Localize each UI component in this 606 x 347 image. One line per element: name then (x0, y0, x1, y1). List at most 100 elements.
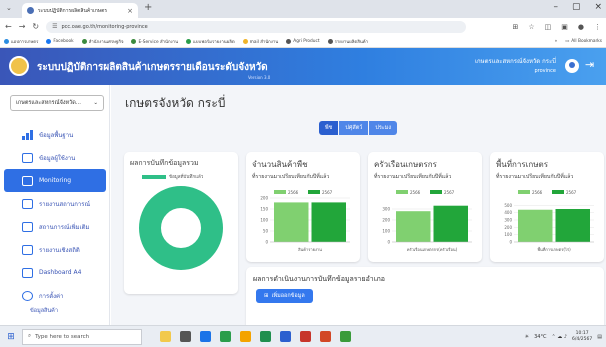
folder-icon (242, 38, 248, 44)
bookmark-item[interactable]: Agri Product (286, 38, 320, 44)
x-axis-label: ครัวเรือนเกษตรกร(ครัวเรือน) (407, 247, 458, 252)
y-tick-label: 300 (504, 218, 512, 223)
gear-icon (22, 290, 33, 301)
all-bookmarks[interactable]: ▭ All Bookmarks (565, 39, 602, 44)
back-icon[interactable]: ← (5, 22, 12, 31)
sidebar-item-additional[interactable]: สถานการณ์เพิ่มเติม (4, 215, 106, 238)
bookmark-item[interactable]: mail สำนักงาน (242, 38, 278, 45)
tab-search-icon[interactable]: ⌄ (6, 4, 12, 12)
bar (433, 205, 468, 242)
bookmark-item[interactable]: รายงานผลิตสินค้า (327, 38, 368, 45)
bookmark-icon (81, 38, 87, 44)
clock[interactable]: 10:17 6/4/2567 (572, 331, 592, 343)
category-filters: พืช ปศุสัตว์ ประมง (319, 121, 398, 135)
bookmark-item[interactable]: แอปการเกษตร (4, 38, 38, 45)
households-title: ครัวเรือนเกษตรกร (374, 160, 437, 169)
farm-area-chart: 2566 2567 0 100 200 300 400 500 พื้นที่การเกษตร(… (504, 190, 594, 252)
bookmark-item[interactable]: E-Service สำนักงาน (131, 38, 178, 45)
taskbar-apps (160, 331, 351, 342)
plant-products-subtitle: ที่รายงานมาเปรียบเทียบกับปีที่แล้ว (252, 174, 330, 180)
url-text: pcc.oae.go.th/monitoring-province (61, 23, 148, 30)
edge-icon[interactable] (200, 331, 211, 342)
close-tab-icon[interactable]: × (127, 7, 133, 15)
x-axis-label: สินค้ารายงาน (298, 247, 323, 252)
export-data-button[interactable]: ⊞ เพิ่มออกข้อมูล (256, 289, 313, 303)
menu-icon[interactable]: ⋮ (594, 23, 601, 31)
farm-area-title: พื้นที่การเกษตร (496, 160, 548, 169)
reload-icon[interactable]: ↻ (32, 22, 39, 31)
folder-icon[interactable] (240, 331, 251, 342)
bookmark-icon (286, 38, 292, 44)
bookmark-item[interactable]: แบบฟอร์มรายงานผลิต (186, 38, 235, 45)
chrome-icon[interactable] (220, 331, 231, 342)
window-controls: – ▢ × (553, 2, 602, 12)
legend-swatch (552, 190, 564, 194)
y-tick-label: 0 (265, 240, 268, 245)
sidebar-item-statistics[interactable]: รายงานเชิงสถิติ (4, 238, 106, 261)
filter-fishery-button[interactable]: ประมง (369, 121, 398, 135)
app-icon[interactable] (160, 331, 171, 342)
legend-swatch (396, 190, 408, 194)
profile-icon[interactable]: ● (578, 23, 584, 31)
site-info-icon[interactable]: ☰ (52, 23, 57, 30)
browser-tab[interactable]: ระบบปฏิบัติการผลิตสินค้าเกษตร × (22, 3, 138, 18)
filter-livestock-button[interactable]: ปศุสัตว์ (339, 121, 369, 135)
url-field[interactable]: ☰ pcc.oae.go.th/monitoring-province (46, 20, 467, 33)
farm-area-card: พื้นที่การเกษตร ที่รายงานมาเปรียบเทียบกั… (490, 152, 604, 262)
y-tick-label: 150 (260, 207, 268, 212)
forward-icon[interactable]: → (19, 22, 26, 31)
legend-label: 2566 (288, 190, 299, 195)
bookmark-icon (327, 38, 333, 44)
powerpoint-icon[interactable] (300, 331, 311, 342)
donut-slice (139, 186, 223, 270)
taskbar-search[interactable]: ⌕ Type here to search (22, 328, 142, 345)
tray-icons[interactable]: ⌃ ☁ ♪ (551, 334, 567, 340)
excel-icon[interactable] (260, 331, 271, 342)
sidebar-item-settings[interactable]: การตั้งค่า (4, 284, 106, 307)
sidebar-menu: ข้อมูลพื้นฐาน ข้อมูลผู้ใช้งาน Monitoring… (0, 123, 110, 319)
report-icon (22, 267, 33, 278)
bookmark-item[interactable]: Facebook (46, 38, 74, 44)
legend-label: 2567 (322, 190, 333, 195)
sidebar-item-situation-report[interactable]: รายงานสถานการณ์ (4, 192, 106, 215)
sidebar-subitem-products[interactable]: ข้อมูลสินค้า (0, 307, 110, 319)
y-tick-label: 200 (382, 218, 390, 223)
avatar[interactable] (565, 59, 579, 73)
sidebar-item-basic-data[interactable]: ข้อมูลพื้นฐาน (4, 123, 106, 146)
main-content: เกษตรจังหวัด กระบี่ พืช ปศุสัตว์ ประมง ผ… (111, 85, 606, 325)
more-bookmarks-icon[interactable]: » (555, 39, 558, 44)
chrome-alt-icon[interactable] (340, 331, 351, 342)
sidebar-item-users[interactable]: ข้อมูลผู้ใช้งาน (4, 146, 106, 169)
households-subtitle: ที่รายงานมาเปรียบเทียบกับปีที่แล้ว (374, 174, 452, 180)
translate-icon[interactable]: ⊞ (512, 23, 518, 31)
legend-label: 2567 (566, 190, 577, 195)
extensions-icon[interactable]: ◫ (545, 23, 552, 31)
app-title: ระบบปฏิบัติการผลิตสินค้าเกษตรรายเดือนระด… (37, 62, 268, 73)
pdf-icon[interactable] (320, 331, 331, 342)
logout-icon[interactable]: ⇥ (585, 58, 594, 71)
task-view-icon[interactable] (180, 331, 191, 342)
folder-icon: ▭ (565, 38, 570, 44)
maximize-icon[interactable]: ▢ (572, 2, 581, 12)
legend-swatch (518, 190, 530, 194)
legend-swatch (142, 174, 166, 179)
new-tab-icon[interactable]: + (144, 2, 152, 13)
browser-tools: ⊞ ☆ ◫ ▣ ● ⋮ (512, 23, 601, 31)
sidebar-item-monitoring[interactable]: Monitoring (4, 169, 106, 192)
bar (396, 211, 431, 242)
word-icon[interactable] (280, 331, 291, 342)
windows-start-icon[interactable]: ⊞ (0, 332, 22, 342)
sidebar-item-dashboard-a4[interactable]: Dashboard A4 (4, 261, 106, 284)
weather-text: 34°C (534, 333, 547, 340)
province-select[interactable]: เกษตรและสหกรณ์จังหวัด... ⌄ (10, 95, 104, 111)
filter-plant-button[interactable]: พืช (319, 121, 339, 135)
notifications-icon[interactable]: ▤ (597, 334, 602, 340)
sidepanel-icon[interactable]: ▣ (561, 23, 568, 31)
y-tick-label: 50 (263, 229, 269, 234)
chevron-down-icon: ⌄ (93, 100, 98, 106)
bookmark-item[interactable]: สำนักงานเศรษฐกิจ (81, 38, 123, 45)
close-window-icon[interactable]: × (594, 2, 602, 12)
plant-products-card: จำนวนสินค้าพืช ที่รายงานมาเปรียบเทียบกับ… (246, 152, 360, 262)
star-icon[interactable]: ☆ (528, 23, 534, 31)
minimize-icon[interactable]: – (553, 2, 558, 12)
